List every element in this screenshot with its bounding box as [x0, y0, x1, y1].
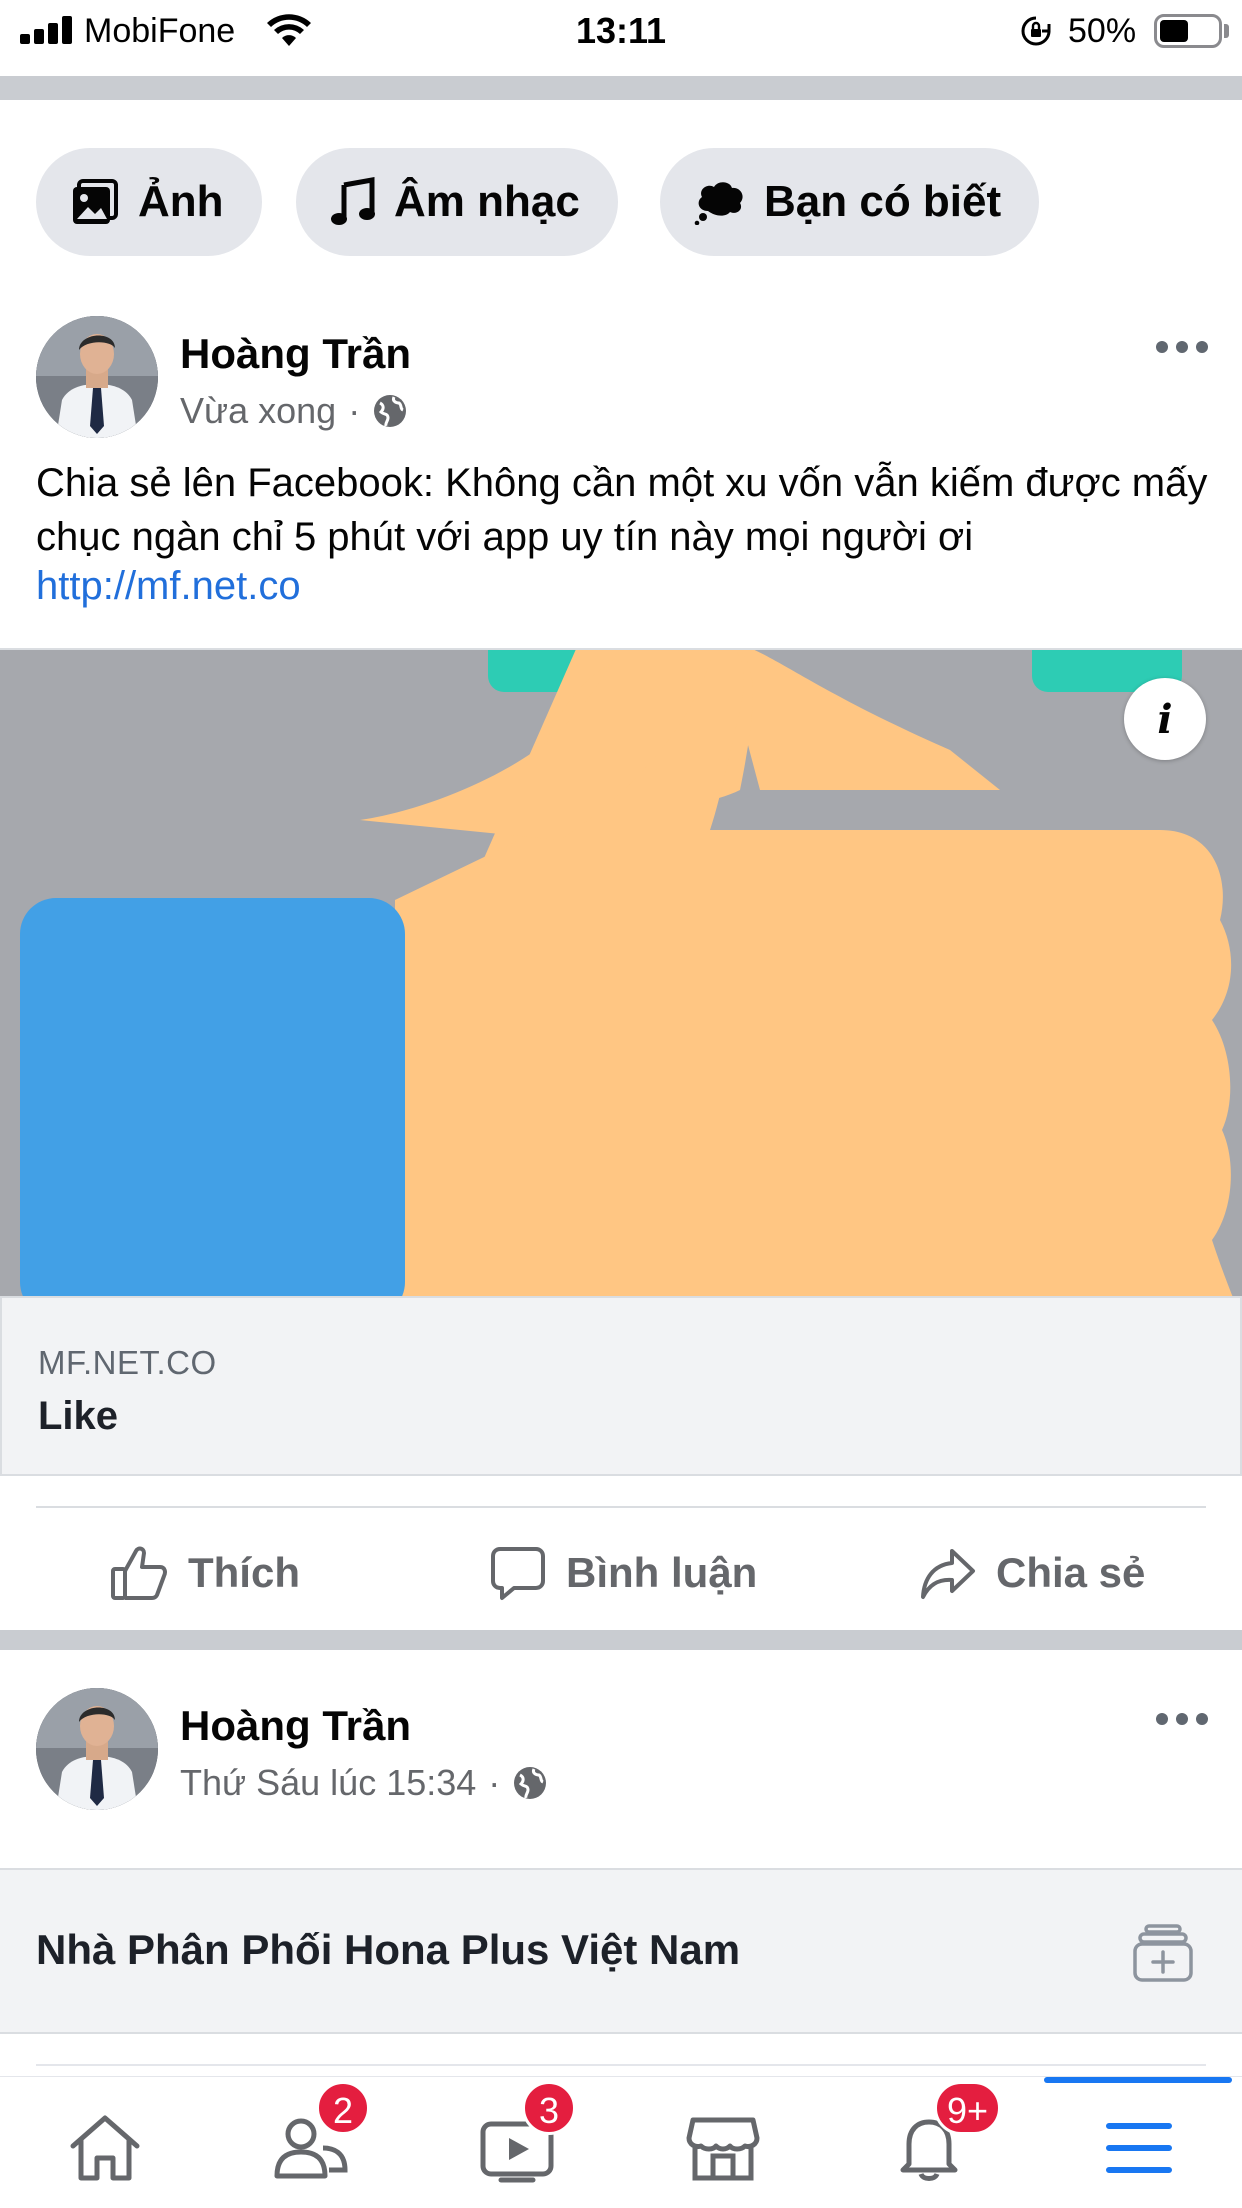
comment-button[interactable]: Bình luận — [490, 1540, 757, 1606]
more-dot — [1156, 1713, 1168, 1725]
nav-marketplace[interactable] — [678, 2103, 768, 2193]
battery-percent: 50% — [1068, 12, 1137, 50]
marketplace-icon — [686, 2117, 760, 2181]
post-meta: Vừa xong · — [180, 390, 408, 432]
music-note-icon — [331, 177, 375, 225]
post-author-name[interactable]: Hoàng Trần — [180, 330, 411, 378]
more-dot — [1196, 341, 1208, 353]
share-icon — [921, 1549, 975, 1599]
post-meta: Thứ Sáu lúc 15:34 · — [180, 1762, 548, 1804]
post-link[interactable]: http://mf.net.co — [36, 564, 301, 609]
clock: 13:11 — [575, 10, 667, 51]
nav-notifications[interactable]: 9+ — [884, 2081, 1002, 2193]
nav-menu[interactable] — [1094, 2103, 1184, 2193]
thought-bubble-icon — [694, 182, 743, 225]
photo-icon — [73, 179, 118, 224]
link-title: Like — [38, 1394, 119, 1438]
menu-icon — [1106, 2123, 1172, 2173]
link-card[interactable]: MF.NET.CO Like — [0, 1296, 1242, 1476]
page-card[interactable]: Nhà Phân Phối Hona Plus Việt Nam — [0, 1868, 1242, 2034]
thumbs-up-icon — [111, 1546, 167, 1600]
chip-music[interactable]: Âm nhạc — [296, 148, 618, 256]
nav-watch[interactable]: 3 — [472, 2081, 576, 2193]
battery-icon — [1154, 14, 1222, 48]
divider — [36, 2064, 1206, 2066]
globe-icon — [374, 395, 407, 427]
active-tab-indicator — [1044, 2077, 1232, 2083]
globe-icon — [514, 1767, 547, 1799]
add-collection-icon[interactable] — [1132, 1922, 1194, 1984]
notification-badge: 2 — [316, 2081, 370, 2135]
home-icon — [70, 2115, 140, 2181]
more-dot — [1176, 341, 1188, 353]
comment-icon — [491, 1547, 545, 1600]
section-separator — [0, 1630, 1242, 1650]
status-bar: MobiFone 13:11 50% — [0, 0, 1242, 62]
share-button[interactable]: Chia sẻ — [920, 1540, 1145, 1606]
more-dot — [1176, 1713, 1188, 1725]
chip-label: Âm nhạc — [394, 177, 580, 226]
notification-badge: 3 — [522, 2081, 576, 2135]
action-divider — [36, 1506, 1206, 1508]
chip-label: Bạn có biết — [764, 177, 1002, 226]
author-avatar[interactable] — [36, 316, 158, 438]
battery-level — [1160, 20, 1188, 42]
chip-did-you-know[interactable]: Bạn có biết — [660, 148, 1040, 256]
author-avatar[interactable] — [36, 1688, 158, 1810]
post-more-options-button[interactable] — [1156, 1709, 1208, 1729]
post-timestamp[interactable]: Thứ Sáu lúc 15:34 — [180, 1762, 476, 1804]
action-label: Chia sẻ — [996, 1549, 1146, 1596]
avatar-image — [36, 1688, 158, 1810]
post-timestamp[interactable]: Vừa xong — [180, 390, 336, 432]
avatar-image — [36, 316, 158, 438]
meta-separator: · — [348, 390, 361, 431]
notification-badge: 9+ — [934, 2081, 1002, 2135]
post-more-options-button[interactable] — [1156, 337, 1208, 357]
nav-friends[interactable]: 2 — [266, 2081, 370, 2193]
link-domain: MF.NET.CO — [38, 1344, 217, 1381]
battery-cap — [1224, 24, 1229, 38]
chip-label: Ảnh — [138, 177, 224, 226]
post-author-name[interactable]: Hoàng Trần — [180, 1702, 411, 1750]
like-button[interactable]: Thích — [110, 1540, 300, 1606]
nav-home[interactable] — [60, 2103, 150, 2193]
bottom-navigation: 2 3 9+ — [0, 2076, 1242, 2208]
post-text: Chia sẻ lên Facebook: Không cần một xu v… — [36, 461, 1208, 559]
rotation-lock-icon — [1021, 16, 1051, 46]
action-label: Thích — [188, 1549, 300, 1596]
action-label: Bình luận — [566, 1549, 758, 1596]
chip-photos[interactable]: Ảnh — [36, 148, 262, 256]
page-card-title: Nhà Phân Phối Hona Plus Việt Nam — [36, 1926, 741, 1973]
section-separator — [0, 76, 1242, 100]
meta-separator: · — [488, 1762, 501, 1803]
more-dot — [1196, 1713, 1208, 1725]
link-preview-image[interactable] — [0, 648, 1242, 1296]
info-button[interactable]: i — [1124, 678, 1206, 760]
thumbs-up-illustration — [20, 650, 1233, 1296]
more-dot — [1156, 341, 1168, 353]
